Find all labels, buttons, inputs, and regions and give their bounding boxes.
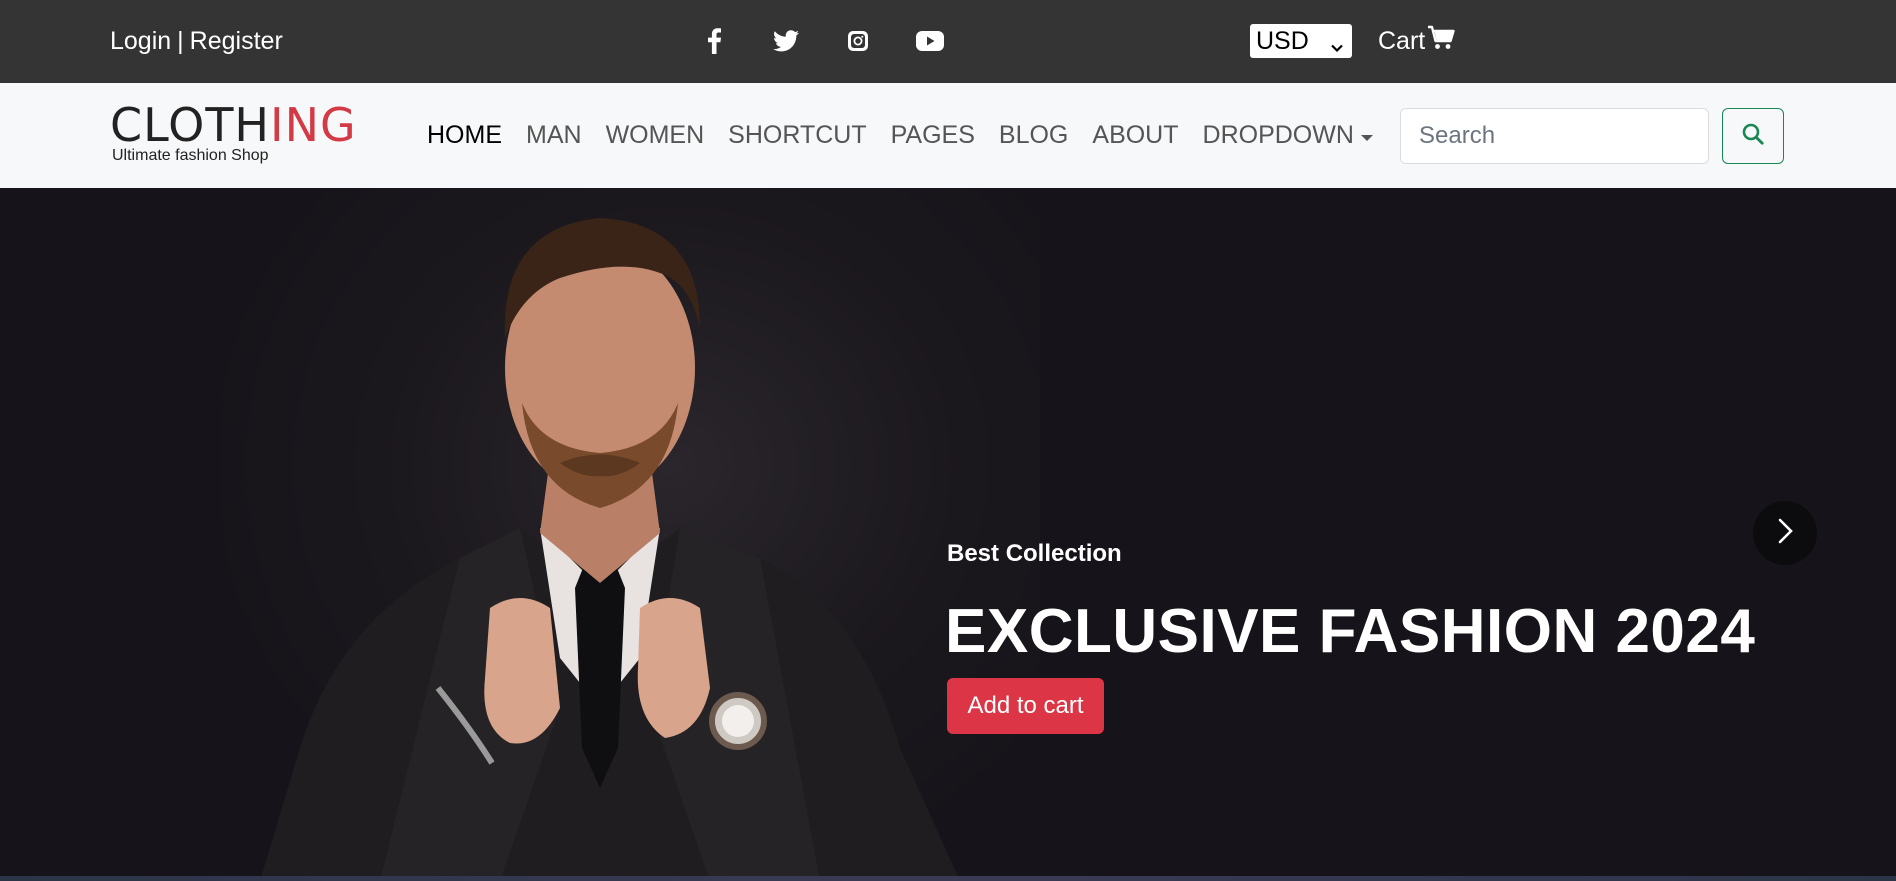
hero-carousel: Best Collection EXCLUSIVE FASHION 2024 A… <box>0 188 1896 881</box>
main-menu: HOME MAN WOMEN SHORTCUT PAGES BLOG ABOUT… <box>427 121 1374 150</box>
logo-tagline: Ultimate fashion Shop <box>112 147 269 164</box>
add-to-cart-button[interactable]: Add to cart <box>947 678 1104 734</box>
currency-select[interactable]: USD <box>1250 24 1352 58</box>
nav-about[interactable]: ABOUT <box>1092 121 1178 150</box>
nav-shortcut[interactable]: SHORTCUT <box>728 121 866 150</box>
chevron-right-icon <box>1775 517 1795 550</box>
facebook-icon[interactable] <box>700 26 728 56</box>
youtube-icon[interactable] <box>916 26 944 56</box>
nav-dropdown[interactable]: DROPDOWN <box>1203 121 1374 150</box>
nav-blog[interactable]: BLOG <box>999 121 1068 150</box>
top-bar: Login | Register USD Cart <box>0 0 1896 83</box>
social-links <box>700 26 944 56</box>
brand-logo[interactable]: CLOTHING Ultimate fashion Shop <box>110 98 357 171</box>
search-icon <box>1741 122 1765 151</box>
carousel-next-button[interactable] <box>1753 501 1817 565</box>
cart-label: Cart <box>1378 27 1426 55</box>
currency-value: USD <box>1256 26 1309 55</box>
nav-pages[interactable]: PAGES <box>891 121 975 150</box>
nav-dropdown-label: DROPDOWN <box>1202 121 1354 149</box>
twitter-icon[interactable] <box>772 26 800 56</box>
cart-link[interactable]: Cart <box>1378 25 1455 58</box>
chevron-down-icon <box>1330 33 1344 62</box>
caret-down-icon <box>1360 121 1374 150</box>
logo-wordmark: CLOTHING <box>110 98 357 152</box>
register-link[interactable]: Register <box>190 27 283 56</box>
main-navbar: CLOTHING Ultimate fashion Shop HOME MAN … <box>0 83 1896 188</box>
auth-links: Login | Register <box>110 27 283 56</box>
login-link[interactable]: Login <box>110 27 171 56</box>
hero-eyebrow: Best Collection <box>947 540 1122 567</box>
nav-women[interactable]: WOMEN <box>606 121 705 150</box>
hero-headline: EXCLUSIVE FASHION 2024 <box>945 597 1756 666</box>
nav-man[interactable]: MAN <box>526 121 582 150</box>
cart-icon <box>1427 25 1455 58</box>
auth-separator: | <box>177 27 184 55</box>
search-input[interactable] <box>1400 108 1709 164</box>
hero-model-image <box>260 218 960 881</box>
nav-home[interactable]: HOME <box>427 121 502 150</box>
instagram-icon[interactable] <box>844 26 872 56</box>
hero-bottom-edge <box>0 876 1896 881</box>
search-button[interactable] <box>1722 108 1784 164</box>
